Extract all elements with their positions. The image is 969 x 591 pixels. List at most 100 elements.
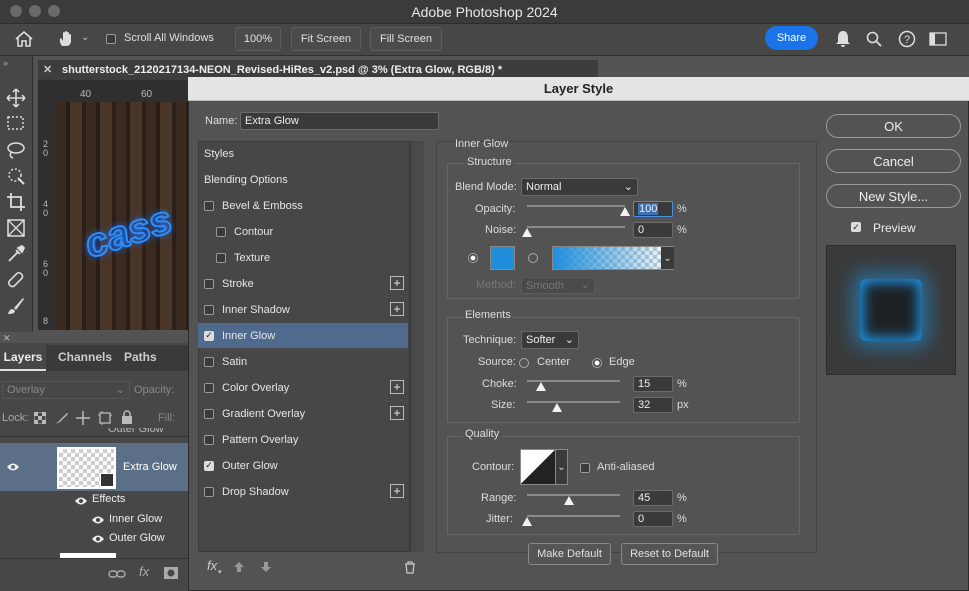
scroll-all-windows-checkbox[interactable] (106, 34, 116, 44)
lasso-tool-icon[interactable] (6, 140, 26, 160)
noise-slider-track[interactable] (527, 226, 625, 228)
style-item-color-overlay[interactable]: Color Overlay + (198, 375, 408, 401)
style-checkbox[interactable] (216, 226, 226, 237)
style-item-gradient-overlay[interactable]: Gradient Overlay + (198, 401, 408, 427)
close-panel-icon[interactable]: ✕ (3, 333, 11, 344)
preview-checkbox[interactable]: ✓ (851, 222, 861, 232)
reset-default-button[interactable]: Reset to Default (621, 543, 718, 565)
effect-inner-glow[interactable]: Inner Glow (109, 513, 162, 525)
effect-outer-glow[interactable]: Outer Glow (109, 532, 165, 544)
eye-icon[interactable] (91, 515, 105, 525)
style-checkbox[interactable] (204, 278, 214, 289)
style-checkbox[interactable]: ✓ (204, 460, 214, 471)
style-item-satin[interactable]: Satin (198, 349, 408, 375)
style-item-styles[interactable]: Styles (198, 141, 408, 167)
style-checkbox[interactable] (204, 200, 214, 211)
blend-mode-select[interactable]: Normal ⌄ (521, 178, 638, 196)
style-checkbox[interactable] (204, 304, 214, 315)
home-icon[interactable] (15, 31, 33, 47)
fx-menu-button[interactable]: fx (207, 558, 217, 573)
bell-icon[interactable] (835, 30, 851, 48)
lock-position-icon[interactable] (76, 411, 90, 425)
close-document-icon[interactable]: ✕ (43, 63, 52, 76)
gradient-radio[interactable] (528, 253, 538, 263)
add-instance-icon[interactable]: + (390, 302, 404, 316)
noise-input[interactable]: 0 (633, 222, 673, 238)
choke-input[interactable]: 15 (633, 376, 673, 392)
size-input[interactable]: 32 (633, 397, 673, 413)
opacity-input[interactable]: 100 (633, 201, 673, 217)
mask-icon[interactable] (163, 566, 179, 580)
range-input[interactable]: 45 (633, 490, 673, 506)
make-default-button[interactable]: Make Default (528, 543, 611, 565)
share-button[interactable]: Share (765, 26, 818, 50)
size-slider-thumb[interactable] (551, 403, 562, 412)
choke-slider-thumb[interactable] (535, 382, 546, 391)
search-icon[interactable] (866, 31, 882, 47)
solid-color-radio[interactable] (468, 253, 478, 263)
chevron-down-icon[interactable]: ⌄ (661, 247, 674, 269)
trash-icon[interactable] (404, 561, 416, 574)
layer-row-extra-glow[interactable]: Extra Glow (0, 443, 188, 491)
style-checkbox[interactable] (204, 382, 214, 393)
chevron-down-icon[interactable]: ⌄ (81, 32, 89, 43)
tab-layers[interactable]: Layers (0, 345, 46, 371)
eyedropper-icon[interactable] (6, 244, 26, 264)
style-checkbox[interactable] (216, 252, 226, 263)
anti-aliased-checkbox[interactable] (580, 463, 590, 473)
tab-paths[interactable]: Paths (124, 350, 157, 364)
contour-preview[interactable] (520, 449, 556, 485)
style-item-stroke[interactable]: Stroke + (198, 271, 408, 297)
method-select[interactable]: Smooth ⌄ (521, 277, 595, 294)
glow-color-swatch[interactable] (490, 246, 515, 270)
style-checkbox[interactable] (204, 486, 214, 497)
style-item-drop-shadow[interactable]: Drop Shadow + (198, 479, 408, 505)
lock-all-icon[interactable] (121, 410, 133, 425)
style-checkbox[interactable] (204, 356, 214, 367)
eye-icon[interactable] (91, 534, 105, 544)
fill-screen-button[interactable]: Fill Screen (370, 27, 442, 51)
help-icon[interactable]: ? (898, 30, 916, 48)
style-item-blending-options[interactable]: Blending Options (198, 167, 408, 193)
source-center-radio[interactable] (519, 358, 529, 368)
fit-screen-button[interactable]: Fit Screen (291, 27, 361, 51)
source-edge-radio[interactable] (592, 358, 602, 368)
zoom-100-button[interactable]: 100% (235, 27, 281, 51)
size-slider-track[interactable] (527, 401, 620, 403)
move-up-icon[interactable] (233, 561, 245, 573)
style-checkbox[interactable] (204, 434, 214, 445)
style-item-texture[interactable]: Texture (198, 245, 408, 271)
lock-pixels-icon[interactable] (55, 411, 69, 425)
add-instance-icon[interactable]: + (390, 380, 404, 394)
style-name-input[interactable]: Extra Glow (240, 112, 439, 130)
styles-scrollbar[interactable] (410, 141, 424, 552)
style-item-inner-glow[interactable]: ✓ Inner Glow (198, 323, 408, 349)
chevron-down-icon[interactable]: ⌄ (555, 449, 568, 485)
object-selection-icon[interactable] (6, 166, 26, 186)
new-style-button[interactable]: New Style... (826, 184, 961, 208)
add-instance-icon[interactable]: + (390, 484, 404, 498)
style-checkbox[interactable] (204, 408, 214, 419)
jitter-input[interactable]: 0 (633, 511, 673, 527)
document-canvas[interactable]: cass (56, 102, 196, 330)
frame-tool-icon[interactable] (6, 218, 26, 238)
healing-brush-icon[interactable] (6, 270, 26, 290)
style-item-bevel-emboss[interactable]: Bevel & Emboss (198, 193, 408, 219)
style-item-inner-shadow[interactable]: Inner Shadow + (198, 297, 408, 323)
noise-slider-thumb[interactable] (522, 228, 532, 237)
gradient-picker[interactable] (552, 246, 674, 270)
tab-channels[interactable]: Channels (58, 350, 112, 364)
collapse-toolbar-icon[interactable]: » (3, 58, 8, 68)
style-item-pattern-overlay[interactable]: Pattern Overlay (198, 427, 408, 453)
lock-transparent-icon[interactable] (34, 412, 46, 424)
eye-icon[interactable] (74, 496, 88, 506)
opacity-slider-thumb[interactable] (620, 207, 630, 216)
jitter-slider-thumb[interactable] (522, 517, 532, 526)
brush-tool-icon[interactable] (6, 296, 26, 316)
style-item-contour[interactable]: Contour (198, 219, 408, 245)
add-instance-icon[interactable]: + (390, 276, 404, 290)
jitter-slider-track[interactable] (527, 515, 620, 517)
move-tool-icon[interactable] (6, 88, 26, 108)
workspace-icon[interactable] (929, 32, 947, 46)
hand-tool-icon[interactable] (57, 30, 75, 48)
